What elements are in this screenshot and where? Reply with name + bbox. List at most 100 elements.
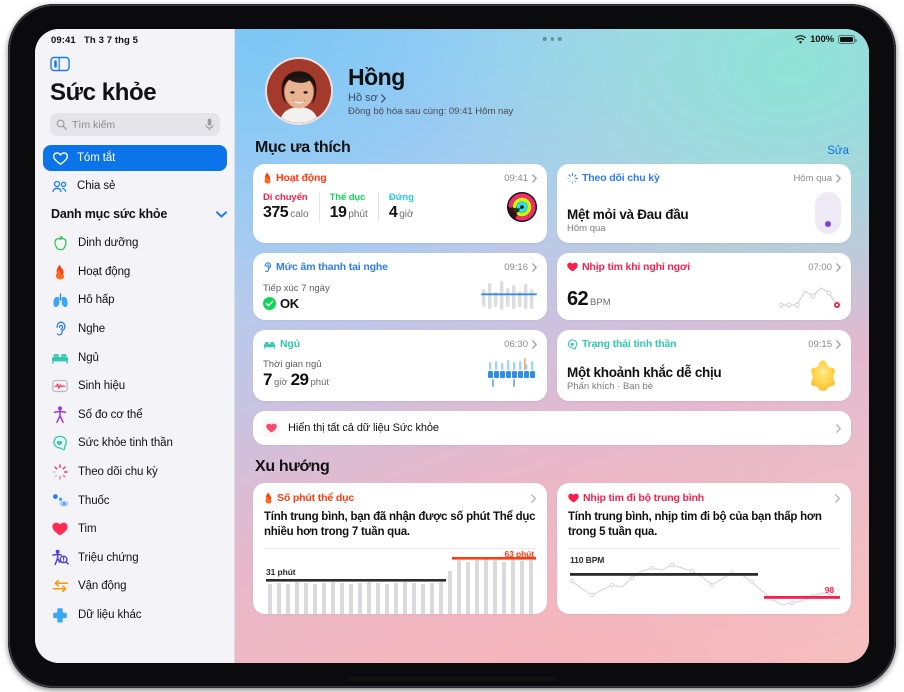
sidebar-item-van-dong[interactable]: Vận động — [43, 572, 227, 601]
sleep-card[interactable]: Ngủ 06:30 Thời gian ngủ 7 giờ 29 phút — [253, 330, 547, 401]
activity-stand: Đứng 4 giờ — [377, 192, 424, 222]
card-title: Ngủ — [280, 338, 300, 350]
avatar[interactable] — [265, 57, 333, 125]
home-indicator — [347, 677, 557, 681]
page-title: Sức khỏe — [50, 79, 157, 106]
sidebar-item-label: Triệu chứng — [78, 551, 139, 564]
chevron-right-icon — [532, 262, 537, 272]
activity-move: Di chuyển 375 calo — [263, 192, 319, 222]
cycle-tracking-card[interactable]: Theo dõi chu kỳ Hôm qua Mệt mỏi và Đau đ… — [557, 164, 851, 243]
sidebar-item-sharing[interactable]: Chia sẻ — [43, 173, 227, 199]
sidebar-item-theo-doi-chu-ky[interactable]: Theo dõi chu kỳ — [43, 458, 227, 487]
mind-text: Một khoảnh khắc dễ chịu Phấn khích · Bạn… — [567, 365, 722, 392]
flame-icon — [264, 172, 271, 184]
mobility-icon — [51, 577, 69, 595]
sidebar-item-label: Chia sẻ — [77, 180, 116, 192]
resting-heart-rate-card[interactable]: Nhịp tim khi nghỉ ngơi 07:00 62 BPM — [557, 253, 851, 320]
current-label: 98 — [824, 585, 834, 596]
mind-icon — [567, 338, 578, 350]
sidebar-nav: Tóm tắt Chia sẻ — [43, 145, 227, 201]
card-title: Trạng thái tinh thần — [582, 338, 677, 350]
heart-rate-value: 62 BPM — [567, 288, 611, 310]
stat-value: 375 calo — [263, 204, 309, 221]
chevron-right-icon — [380, 93, 386, 103]
trend-description: Tính trung bình, bạn đã nhận được số phú… — [264, 511, 536, 539]
current-label: 63 phút — [504, 549, 534, 560]
search-input[interactable]: Tìm kiếm — [50, 113, 220, 136]
card-title: Hoạt động — [276, 172, 327, 184]
sleep-duration: 7 giờ 29 phút — [263, 370, 330, 389]
sidebar-item-label: Dinh dưỡng — [78, 237, 139, 250]
sidebar-item-thuoc[interactable]: Thuốc — [43, 486, 227, 515]
sidebar-item-label: Dữ liệu khác — [78, 609, 142, 622]
categories-header[interactable]: Danh mục sức khỏe — [51, 207, 227, 221]
exercise-minutes-trend[interactable]: Số phút thể dục Tính trung bình, bạn đã … — [253, 483, 547, 615]
ear-icon — [264, 261, 272, 272]
card-label: Tiếp xúc 7 ngày — [263, 283, 330, 294]
baseline-label: 31 phút — [266, 567, 296, 578]
microphone-icon[interactable] — [205, 118, 214, 131]
check-circle-icon — [263, 297, 276, 310]
main-content: 100% Hồng Hồ sơ Đồng bộ hóa sau cùng: 09… — [235, 29, 869, 663]
sidebar-item-dinh-duong[interactable]: Dinh dưỡng — [43, 229, 227, 258]
state-of-mind-card[interactable]: Trạng thái tinh thần 09:15 Một khoảnh kh… — [557, 330, 851, 401]
stat-label: Đứng — [388, 192, 414, 203]
chevron-right-icon — [532, 173, 537, 183]
activity-rings-icon — [507, 192, 537, 222]
favorites-header: Mục ưa thích Sửa — [255, 139, 851, 157]
cycle-icon — [51, 463, 69, 481]
card-time: 07:00 — [808, 261, 832, 273]
chevron-right-icon — [836, 339, 841, 349]
status-bar-left: 09:41 Th 3 7 thg 5 — [51, 35, 138, 46]
sidebar-item-sinh-hieu[interactable]: Sinh hiệu — [43, 372, 227, 401]
show-all-label: Hiển thị tất cả dữ liệu Sức khỏe — [288, 422, 439, 434]
sidebar-item-label: Sức khỏe tinh thần — [78, 437, 173, 450]
sidebar-item-label: Nghe — [78, 323, 106, 336]
sidebar-item-label: Hô hấp — [78, 294, 115, 307]
walking-heart-rate-trend[interactable]: Nhịp tim đi bộ trung bình Tính trung bìn… — [557, 483, 851, 615]
search-placeholder: Tìm kiếm — [72, 118, 116, 131]
chevron-right-icon — [532, 339, 537, 349]
chevron-down-icon[interactable] — [216, 210, 227, 218]
sidebar-item-label: Ngủ — [78, 351, 99, 364]
sidebar-toggle-icon[interactable] — [50, 56, 70, 72]
card-time: 09:16 — [504, 261, 528, 273]
stat-label: Thể dục — [329, 192, 366, 203]
sidebar-item-du-lieu-khac[interactable]: Dữ liệu khác — [43, 601, 227, 630]
card-headline: Mệt mỏi và Đau đầu — [567, 207, 689, 222]
health-categories-list: Dinh dưỡng Hoạt động Hô hấp Nghe Ngủ Sin… — [43, 229, 227, 629]
cycle-pill-indicator — [815, 192, 841, 234]
sidebar-item-nghe[interactable]: Nghe — [43, 315, 227, 344]
card-title: Nhịp tim khi nghỉ ngơi — [582, 261, 690, 273]
trends-header: Xu hướng — [255, 458, 851, 476]
sidebar-item-summary[interactable]: Tóm tắt — [43, 145, 227, 171]
profile-header[interactable]: Hồng Hồ sơ Đồng bộ hóa sau cùng: 09:41 H… — [253, 29, 851, 125]
sidebar-item-ngu[interactable]: Ngủ — [43, 343, 227, 372]
chevron-right-icon — [836, 423, 841, 433]
sidebar-item-suc-khoe-tinh-than[interactable]: Sức khỏe tinh thần — [43, 429, 227, 458]
favorites-title: Mục ưa thích — [255, 139, 351, 156]
sidebar-item-so-do-co-the[interactable]: Số đo cơ thể — [43, 401, 227, 430]
sleep-bars-chart — [488, 358, 535, 387]
show-all-health-data-row[interactable]: Hiển thị tất cả dữ liệu Sức khỏe — [253, 411, 851, 445]
heart-filled-icon — [568, 493, 579, 503]
apple-icon — [51, 234, 69, 252]
cycle-icon — [567, 172, 578, 184]
sidebar-item-ho-hap[interactable]: Hô hấp — [43, 286, 227, 315]
chevron-right-icon — [836, 173, 841, 183]
people-icon — [51, 178, 69, 194]
symptoms-icon — [51, 549, 69, 567]
card-label: Thời gian ngủ — [263, 359, 322, 370]
edit-favorites-button[interactable]: Sửa — [827, 145, 849, 157]
headphone-audio-card[interactable]: Mức âm thanh tai nghe 09:16 Tiếp xúc 7 n… — [253, 253, 547, 320]
profile-link[interactable]: Hồ sơ — [348, 92, 513, 104]
activity-card[interactable]: Hoạt động 09:41 Di chuyển 375 calo Thể d… — [253, 164, 547, 243]
sidebar-item-tim[interactable]: Tim — [43, 515, 227, 544]
scroll-area[interactable]: Hồng Hồ sơ Đồng bộ hóa sau cùng: 09:41 H… — [235, 29, 869, 663]
body-icon — [51, 406, 69, 424]
sidebar-item-trieu-chung[interactable]: Triệu chứng — [43, 544, 227, 573]
sidebar-item-hoat-dong[interactable]: Hoạt động — [43, 258, 227, 287]
ear-icon — [51, 320, 69, 338]
card-time: Hôm qua — [793, 172, 832, 184]
card-title: Theo dõi chu kỳ — [582, 172, 660, 184]
